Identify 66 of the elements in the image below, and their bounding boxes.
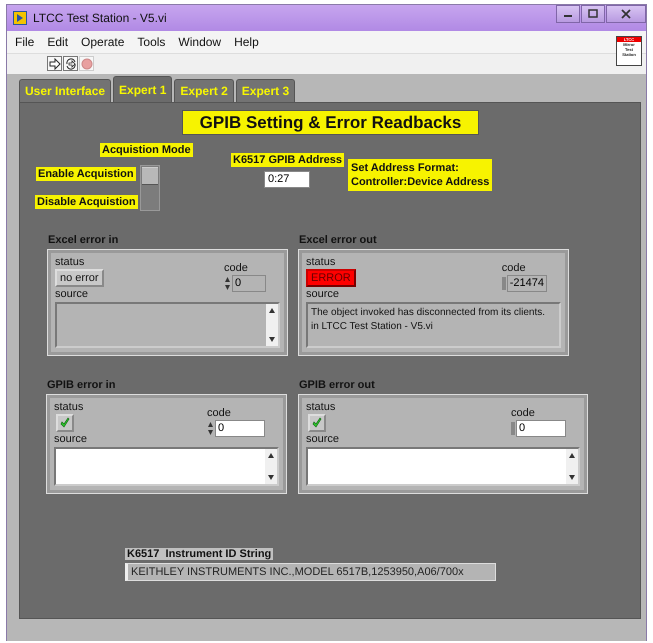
scroll-down-icon[interactable] bbox=[269, 337, 275, 342]
scroll-up-icon[interactable] bbox=[569, 453, 575, 458]
menu-item[interactable]: Window bbox=[178, 35, 222, 49]
maximize-icon bbox=[588, 9, 598, 19]
scroll-down-icon[interactable] bbox=[268, 475, 274, 480]
code-field: 0 bbox=[232, 275, 266, 292]
window-title: LTCC Test Station - V5.vi bbox=[33, 11, 167, 25]
status-label: status bbox=[306, 401, 336, 413]
cluster-title: Excel error out bbox=[299, 234, 378, 246]
note-label: Set Address Format: Controller:Device Address bbox=[348, 159, 492, 191]
tab[interactable]: Expert 3 bbox=[236, 79, 296, 102]
code-label: code bbox=[511, 407, 535, 419]
status-indicator[interactable] bbox=[308, 414, 326, 432]
menu-item[interactable]: Help bbox=[234, 35, 259, 49]
source-text: in LTCC Test Station - V5.vi bbox=[311, 320, 434, 334]
code-label: code bbox=[224, 262, 248, 274]
menu-item[interactable]: Operate bbox=[81, 35, 124, 49]
scroll-down-icon[interactable] bbox=[569, 475, 575, 480]
source-label: source bbox=[306, 288, 340, 300]
scrollbar[interactable] bbox=[266, 304, 278, 346]
switch-label: Acquistion Mode bbox=[100, 143, 193, 157]
status-indicator[interactable] bbox=[56, 414, 74, 432]
cluster-title: GPIB error out bbox=[299, 379, 376, 391]
source-label: source bbox=[306, 433, 340, 445]
field-label: K6517 GPIB Address bbox=[231, 153, 344, 167]
tab[interactable]: User Interface bbox=[19, 79, 112, 102]
status-label: status bbox=[306, 256, 336, 268]
code-label: code bbox=[502, 262, 526, 274]
code-label: code bbox=[207, 407, 231, 419]
close-button[interactable] bbox=[606, 5, 646, 23]
status-label: status bbox=[55, 256, 84, 268]
code-field[interactable]: 0 bbox=[516, 420, 566, 437]
switch-label: Disable Acquistion bbox=[35, 195, 138, 209]
maximize-button[interactable] bbox=[581, 5, 605, 23]
cluster-title: Excel error in bbox=[48, 234, 120, 246]
switch-thumb[interactable] bbox=[142, 167, 158, 185]
tab[interactable]: Expert 1 bbox=[113, 76, 172, 102]
scrollbar[interactable] bbox=[265, 449, 277, 484]
minimize-button[interactable] bbox=[556, 5, 580, 23]
app-icon bbox=[13, 11, 27, 25]
menu-item[interactable]: Tools bbox=[137, 35, 166, 49]
panel-heading: GPIB Setting & Error Readbacks bbox=[182, 110, 479, 135]
slide-switch[interactable] bbox=[140, 165, 160, 211]
switch-label: Enable Acquistion bbox=[36, 167, 136, 181]
tab[interactable]: Expert 2 bbox=[174, 79, 234, 102]
cluster-title: GPIB error in bbox=[47, 379, 116, 391]
source-text: The object invoked has disconnected from its clients. bbox=[311, 306, 546, 320]
field-label: K6517 Instrument ID String bbox=[125, 548, 274, 560]
source-label: source bbox=[55, 288, 88, 300]
scrollbar[interactable] bbox=[566, 449, 578, 484]
source-field[interactable] bbox=[306, 447, 580, 486]
run-button[interactable] bbox=[47, 56, 62, 71]
id-string-field: KEITHLEY INSTRUMENTS INC.,MODEL 6517B,1253950,A06/700x bbox=[125, 563, 496, 581]
address-field[interactable]: 0:27 bbox=[264, 171, 310, 188]
close-icon bbox=[621, 9, 631, 19]
scroll-up-icon[interactable] bbox=[268, 453, 274, 458]
menu-item[interactable]: Edit bbox=[47, 35, 68, 49]
source-label: source bbox=[54, 433, 88, 445]
status-indicator[interactable]: no error bbox=[55, 269, 104, 287]
run-continuously-button[interactable] bbox=[63, 56, 78, 71]
scroll-up-icon[interactable] bbox=[269, 308, 275, 313]
menu-item[interactable]: File bbox=[15, 35, 34, 49]
status-label: status bbox=[54, 401, 84, 413]
code-field: -21474 bbox=[506, 275, 547, 292]
code-field[interactable]: 0 bbox=[215, 420, 265, 437]
source-field[interactable] bbox=[54, 447, 279, 486]
